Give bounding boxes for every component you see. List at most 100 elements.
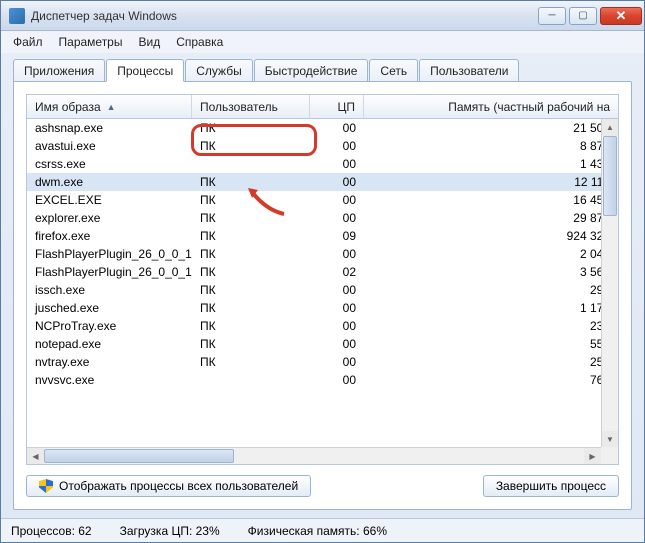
cell-memory: 16 456 (364, 192, 618, 208)
cell-memory: 1 436 (364, 156, 618, 172)
scroll-right-icon[interactable]: ▶ (584, 448, 601, 464)
table-row[interactable]: FlashPlayerPlugin_26_0_0_1...ПК002 040 (27, 245, 618, 263)
cell-memory: 924 328 (364, 228, 618, 244)
menu-file[interactable]: Файл (7, 33, 49, 51)
cell-cpu: 09 (310, 228, 364, 244)
cell-memory: 236 (364, 318, 618, 334)
table-row[interactable]: dwm.exeПК0012 116 (27, 173, 618, 191)
cell-memory: 256 (364, 354, 618, 370)
list-body[interactable]: ashsnap.exeПК0021 508avastui.exeПК008 87… (27, 119, 618, 464)
table-row[interactable]: jusched.exeПК001 172 (27, 299, 618, 317)
cell-memory: 552 (364, 336, 618, 352)
cell-memory: 768 (364, 372, 618, 388)
cell-user: ПК (192, 138, 310, 154)
tab-processes[interactable]: Процессы (106, 59, 184, 82)
table-row[interactable]: FlashPlayerPlugin_26_0_0_1...ПК023 568 (27, 263, 618, 281)
cell-cpu: 00 (310, 210, 364, 226)
end-process-button[interactable]: Завершить процесс (483, 475, 619, 497)
cell-image: firefox.exe (27, 228, 192, 244)
cell-cpu: 00 (310, 336, 364, 352)
process-list: Имя образа ▲ Пользователь ЦП Память (час… (26, 94, 619, 465)
table-row[interactable]: EXCEL.EXEПК0016 456 (27, 191, 618, 209)
task-manager-window: Диспетчер задач Windows ─ ▢ ✕ Файл Парам… (0, 0, 645, 543)
column-user[interactable]: Пользователь (192, 95, 310, 118)
cell-image: FlashPlayerPlugin_26_0_0_1... (27, 246, 192, 262)
cell-cpu: 00 (310, 192, 364, 208)
cell-user: ПК (192, 120, 310, 136)
cell-image: explorer.exe (27, 210, 192, 226)
cell-user: ПК (192, 264, 310, 280)
column-user-label: Пользователь (200, 100, 278, 114)
column-image[interactable]: Имя образа ▲ (27, 95, 192, 118)
column-memory[interactable]: Память (частный рабочий на (364, 95, 618, 118)
cell-user: ПК (192, 210, 310, 226)
cell-user: ПК (192, 282, 310, 298)
table-row[interactable]: csrss.exe 001 436 (27, 155, 618, 173)
cell-user: ПК (192, 192, 310, 208)
cell-user: ПК (192, 228, 310, 244)
table-row[interactable]: nvvsvc.exe00768 (27, 371, 618, 389)
table-row[interactable]: ashsnap.exeПК0021 508 (27, 119, 618, 137)
tab-users[interactable]: Пользователи (419, 59, 519, 81)
cell-cpu: 00 (310, 120, 364, 136)
shield-icon (39, 479, 53, 493)
cell-memory: 2 040 (364, 246, 618, 262)
window-buttons: ─ ▢ ✕ (535, 7, 642, 25)
scroll-thumb-v[interactable] (603, 136, 617, 216)
tab-performance[interactable]: Быстродействие (254, 59, 369, 81)
cell-cpu: 00 (310, 156, 364, 172)
table-row[interactable]: NCProTray.exeПК00236 (27, 317, 618, 335)
cell-user: ПК (192, 318, 310, 334)
cell-user (192, 163, 310, 165)
tab-applications[interactable]: Приложения (13, 59, 105, 81)
status-processes: Процессов: 62 (11, 524, 92, 538)
cell-cpu: 00 (310, 138, 364, 154)
cell-cpu: 00 (310, 354, 364, 370)
menu-view[interactable]: Вид (132, 33, 166, 51)
cell-image: ashsnap.exe (27, 120, 192, 136)
cell-memory: 29 872 (364, 210, 618, 226)
cell-user: ПК (192, 174, 310, 190)
window-title: Диспетчер задач Windows (31, 9, 535, 23)
cell-image: jusched.exe (27, 300, 192, 316)
menu-file-label: Файл (13, 35, 43, 49)
tab-network[interactable]: Сеть (369, 59, 418, 81)
table-row[interactable]: issch.exeПК00296 (27, 281, 618, 299)
table-row[interactable]: nvtray.exeПК00256 (27, 353, 618, 371)
scroll-up-icon[interactable]: ▲ (602, 119, 618, 136)
table-row[interactable]: explorer.exeПК0029 872 (27, 209, 618, 227)
menu-help[interactable]: Справка (170, 33, 229, 51)
list-header: Имя образа ▲ Пользователь ЦП Память (час… (27, 95, 618, 119)
table-row[interactable]: firefox.exeПК09924 328 (27, 227, 618, 245)
close-button[interactable]: ✕ (600, 7, 642, 25)
vertical-scrollbar[interactable]: ▲ ▼ (601, 119, 618, 448)
cell-image: dwm.exe (27, 174, 192, 190)
tabstrip: Приложения Процессы Службы Быстродействи… (1, 53, 644, 81)
status-memory: Физическая память: 66% (248, 524, 387, 538)
scroll-corner (601, 447, 618, 464)
cell-image: csrss.exe (27, 156, 192, 172)
scroll-thumb-h[interactable] (44, 449, 234, 463)
table-row[interactable]: avastui.exeПК008 876 (27, 137, 618, 155)
minimize-button[interactable]: ─ (538, 7, 566, 25)
menu-options[interactable]: Параметры (53, 33, 129, 51)
show-all-users-button[interactable]: Отображать процессы всех пользователей (26, 475, 311, 497)
table-row[interactable]: notepad.exeПК00552 (27, 335, 618, 353)
cell-memory: 3 568 (364, 264, 618, 280)
sort-arrow-icon: ▲ (107, 102, 116, 112)
cell-image: EXCEL.EXE (27, 192, 192, 208)
cell-cpu: 02 (310, 264, 364, 280)
titlebar[interactable]: Диспетчер задач Windows ─ ▢ ✕ (1, 1, 644, 31)
scroll-down-icon[interactable]: ▼ (602, 431, 618, 448)
column-cpu[interactable]: ЦП (310, 95, 364, 118)
horizontal-scrollbar[interactable]: ◀ ▶ (27, 447, 601, 464)
show-all-users-label: Отображать процессы всех пользователей (59, 479, 298, 493)
column-image-label: Имя образа (35, 100, 101, 114)
tab-services[interactable]: Службы (185, 59, 252, 81)
maximize-button[interactable]: ▢ (569, 7, 597, 25)
scroll-left-icon[interactable]: ◀ (27, 448, 44, 464)
cell-image: nvvsvc.exe (27, 372, 192, 388)
cell-cpu: 00 (310, 318, 364, 334)
cell-image: avastui.exe (27, 138, 192, 154)
cell-user: ПК (192, 246, 310, 262)
